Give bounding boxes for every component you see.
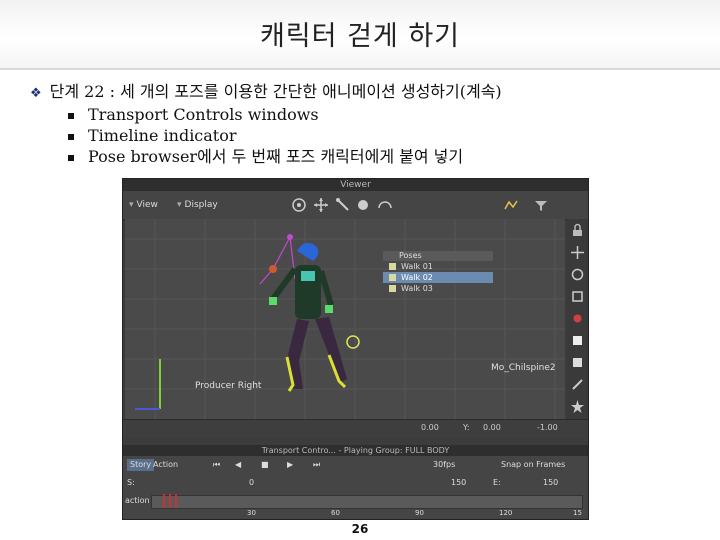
filter-icon[interactable]	[533, 197, 549, 213]
step-back-icon: ◀	[235, 460, 242, 469]
current-frame-marker	[175, 494, 177, 508]
stop-icon: ■	[261, 460, 269, 469]
range-row: S: 0 150 E: 150	[123, 476, 588, 491]
step-forward-button[interactable]: ⏭	[313, 459, 320, 471]
bullet-main: ❖ 단계 22 : 세 개의 포즈를 이용한 간단한 애니메이션 생성하기(계속)	[30, 80, 710, 104]
slide-title: 캐릭터 걷게 하기	[259, 21, 461, 52]
pointer-tool-icon[interactable]	[335, 197, 351, 213]
view-menu-label: View	[136, 200, 158, 210]
ruler-tick-label: 30	[247, 509, 256, 517]
start-field[interactable]: 0	[249, 477, 254, 489]
page-number: 26	[351, 522, 369, 536]
title-band: 캐릭터 걷게 하기	[0, 0, 720, 70]
end-label: E:	[493, 478, 501, 487]
stop-button[interactable]: ■	[261, 459, 269, 471]
bullet-list: ❖ 단계 22 : 세 개의 포즈를 이용한 간단한 애니메이션 생성하기(계속)…	[30, 80, 710, 167]
translate-icon[interactable]	[570, 245, 585, 260]
transport-title: Transport Contro... - Playing Group: FUL…	[123, 445, 588, 456]
action-button[interactable]: Action	[153, 459, 178, 471]
prev-key-icon: ⏮	[213, 460, 221, 469]
pose-icon	[389, 263, 396, 270]
coordinate-bar: 0.00 Y: 0.00 -1.00	[123, 419, 588, 438]
play-icon: ▶	[287, 460, 294, 469]
subbullet-text: Transport Controls windows	[88, 105, 319, 124]
brush-icon[interactable]	[570, 377, 585, 392]
pose-item-label: Walk 02	[401, 273, 433, 282]
play-button[interactable]: ▶	[287, 459, 293, 471]
transport-row: Story Action ⏮ ◀ ■ ▶ ⏭ 30fps Snap on Fra…	[123, 458, 588, 473]
star-icon[interactable]	[570, 399, 585, 414]
square-bullet-icon	[68, 112, 74, 119]
y-coordinate-label: Y:	[463, 423, 470, 432]
camera-label: Producer Right	[195, 381, 262, 391]
start-label: S:	[127, 478, 135, 487]
viewer-title: Viewer	[123, 179, 588, 191]
rotate-tool-icon[interactable]	[291, 197, 307, 213]
key-icon[interactable]	[570, 311, 585, 326]
subbullet-text: Timeline indicator	[88, 126, 237, 145]
action-track-label: action	[125, 496, 150, 505]
character-label: Mo_Chilspine2	[491, 363, 556, 373]
view-menu[interactable]: ▾ View	[129, 197, 158, 213]
diamond-bullet-icon: ❖	[30, 86, 42, 101]
frame-field[interactable]: 150	[451, 477, 466, 489]
pose-item-walk-03[interactable]: Walk 03	[383, 283, 493, 294]
cube-icon[interactable]	[570, 333, 585, 348]
pose-item-label: Walk 03	[401, 284, 433, 293]
bullet-main-text: 단계 22 : 세 개의 포즈를 이용한 간단한 애니메이션 생성하기(계속)	[49, 82, 502, 101]
pose-item-label: Walk 01	[401, 262, 433, 271]
pose-item-walk-01[interactable]: Walk 01	[383, 261, 493, 272]
end-field[interactable]: 150	[543, 477, 558, 489]
orbit-tool-icon[interactable]	[377, 197, 393, 213]
square-bullet-icon	[68, 154, 74, 161]
scale-icon[interactable]	[570, 289, 585, 304]
ruler-tick-label: 120	[499, 509, 513, 517]
pose-icon	[389, 274, 396, 281]
step-back-button[interactable]: ◀	[235, 459, 241, 471]
current-frame-marker	[169, 494, 171, 508]
chevron-down-icon: ▾	[129, 200, 134, 210]
snap-select[interactable]: Snap on Frames	[501, 459, 565, 471]
scale-tool-icon[interactable]	[355, 197, 371, 213]
ruler-tick-label: 60	[331, 509, 340, 517]
z-coordinate[interactable]: -1.00	[537, 423, 558, 432]
subbullet: Timeline indicator	[30, 125, 710, 146]
cube-solid-icon[interactable]	[570, 355, 585, 370]
pose-item-walk-02[interactable]: Walk 02	[383, 272, 493, 283]
story-button[interactable]: Story	[127, 459, 155, 471]
timeline-row: action 30 60 90 120 15	[123, 494, 588, 517]
chevron-down-icon: ▾	[177, 200, 182, 210]
title-divider	[0, 68, 720, 70]
pose-browser: Poses Walk 01 Walk 02 Walk 03	[383, 251, 493, 296]
square-bullet-icon	[68, 133, 74, 140]
move-tool-icon[interactable]	[313, 197, 329, 213]
fps-select[interactable]: 30fps	[433, 459, 455, 471]
3d-viewport[interactable]: Producer Right Mo_Chilspine2 Poses Walk …	[125, 219, 565, 419]
keying-icon[interactable]	[503, 197, 519, 213]
step-forward-icon: ⏭	[313, 460, 321, 469]
ruler-tick-label: 90	[415, 509, 424, 517]
rotate-icon[interactable]	[570, 267, 585, 282]
ruler-tick-label: 15	[573, 509, 582, 517]
y-coordinate[interactable]: 0.00	[483, 423, 501, 432]
app-screenshot: Viewer ▾ View ▾ Display Producer Right M…	[122, 178, 589, 520]
display-menu-label: Display	[184, 200, 218, 210]
subbullet: Transport Controls windows	[30, 104, 710, 125]
current-frame-marker[interactable]	[163, 494, 165, 508]
viewport-grid	[125, 219, 565, 419]
subbullet-text: Pose browser에서 두 번째 포즈 캐릭터에게 붙여 넣기	[88, 147, 464, 166]
transport-controls: Story Action ⏮ ◀ ■ ▶ ⏭ 30fps Snap on Fra…	[123, 456, 588, 519]
pose-icon	[389, 285, 396, 292]
right-toolbar	[567, 219, 588, 419]
subbullet: Pose browser에서 두 번째 포즈 캐릭터에게 붙여 넣기	[30, 146, 710, 167]
viewer-menubar: ▾ View ▾ Display	[123, 191, 588, 220]
x-coordinate[interactable]: 0.00	[421, 423, 439, 432]
lock-icon[interactable]	[570, 223, 585, 238]
prev-key-button[interactable]: ⏮	[213, 459, 220, 471]
timeline-indicator[interactable]	[151, 495, 583, 509]
pose-browser-title: Poses	[383, 251, 493, 261]
display-menu[interactable]: ▾ Display	[177, 197, 218, 213]
